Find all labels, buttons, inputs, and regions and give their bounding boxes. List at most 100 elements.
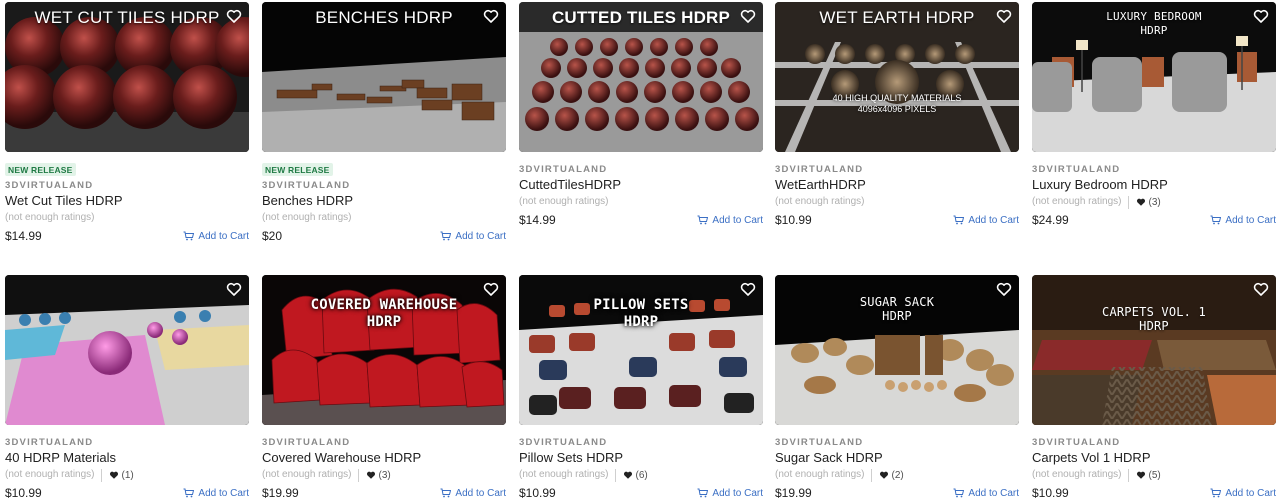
add-to-cart-button[interactable]: Add to Cart xyxy=(697,215,763,226)
thumbnail-title-line: HDRP xyxy=(366,314,402,330)
cart-icon xyxy=(183,231,195,241)
wishlist-heart-icon[interactable] xyxy=(996,8,1012,24)
new-release-badge: NEW RELEASE xyxy=(5,163,76,176)
thumbnail-title: SUGAR SACK HDRP xyxy=(775,295,1019,323)
product-card[interactable]: SUGAR SACK HDRP 3DVIRTUALAND Sugar Sack … xyxy=(775,275,1019,500)
publisher-name[interactable]: 3DVIRTUALAND xyxy=(5,180,249,192)
publisher-name[interactable]: 3DVIRTUALAND xyxy=(1032,164,1276,176)
thumbnail-title-line: HDRP xyxy=(882,309,912,323)
product-card[interactable]: COVERED WAREHOUSE HDRP 3DVIRTUALAND Cove… xyxy=(262,275,506,500)
product-name[interactable]: Carpets Vol 1 HDRP xyxy=(1032,450,1276,466)
publisher-name[interactable]: 3DVIRTUALAND xyxy=(775,437,1019,449)
product-card[interactable]: WET EARTH HDRP 40 HIGH QUALITY MATERIALS… xyxy=(775,2,1019,228)
add-to-cart-button[interactable]: Add to Cart xyxy=(1210,215,1276,226)
heart-filled-icon xyxy=(1136,198,1145,206)
wishlist-heart-icon[interactable] xyxy=(226,281,242,297)
price: $19.99 xyxy=(775,486,812,500)
product-thumbnail[interactable]: BENCHES HDRP xyxy=(262,2,506,152)
add-to-cart-label: Add to Cart xyxy=(712,214,763,226)
cart-icon xyxy=(697,488,709,498)
product-card[interactable]: PILLOW SETS HDRP 3DVIRTUALAND Pillow Set… xyxy=(519,275,763,500)
product-card[interactable]: WET CUT TILES HDRP NEW RELEASE 3DVIRTUAL… xyxy=(5,2,249,244)
wishlist-heart-icon[interactable] xyxy=(740,281,756,297)
ratings-row: (not enough ratings) xyxy=(262,211,506,225)
publisher-name[interactable]: 3DVIRTUALAND xyxy=(5,437,249,449)
ratings-row: (not enough ratings) xyxy=(5,211,249,225)
add-to-cart-button[interactable]: Add to Cart xyxy=(1210,488,1276,499)
price: $10.99 xyxy=(5,486,42,500)
favorites-count-text: (3) xyxy=(378,469,391,481)
wishlist-heart-icon[interactable] xyxy=(226,8,242,24)
product-thumbnail[interactable]: WET EARTH HDRP 40 HIGH QUALITY MATERIALS… xyxy=(775,2,1019,152)
product-card[interactable]: CUTTED TILES HDRP 3DVIRTUALAND CuttedTil… xyxy=(519,2,763,228)
ratings-text: (not enough ratings) xyxy=(1032,196,1122,207)
wishlist-heart-icon[interactable] xyxy=(740,8,756,24)
product-info: 3DVIRTUALAND 40 HDRP Materials (not enou… xyxy=(5,437,249,500)
add-to-cart-label: Add to Cart xyxy=(198,487,249,499)
product-thumbnail[interactable]: CUTTED TILES HDRP xyxy=(519,2,763,152)
wishlist-heart-icon[interactable] xyxy=(1253,281,1269,297)
favorites-count: (5) xyxy=(1136,470,1161,481)
favorites-count: (6) xyxy=(623,470,648,481)
product-name[interactable]: Sugar Sack HDRP xyxy=(775,450,1019,466)
product-card[interactable]: LUXURY BEDROOM HDRP 3DVIRTUALAND Luxury … xyxy=(1032,2,1276,228)
thumbnail-image xyxy=(5,275,249,425)
favorites-count-text: (5) xyxy=(1148,469,1161,481)
divider xyxy=(100,468,102,482)
product-name[interactable]: 40 HDRP Materials xyxy=(5,450,249,466)
thumbnail-title-line: HDRP xyxy=(623,314,659,330)
add-to-cart-button[interactable]: Add to Cart xyxy=(440,231,506,242)
product-thumbnail[interactable]: CARPETS VOL. 1 HDRP xyxy=(1032,275,1276,425)
publisher-name[interactable]: 3DVIRTUALAND xyxy=(519,437,763,449)
add-to-cart-button[interactable]: Add to Cart xyxy=(953,215,1019,226)
add-to-cart-button[interactable]: Add to Cart xyxy=(697,488,763,499)
product-thumbnail[interactable]: LUXURY BEDROOM HDRP xyxy=(1032,2,1276,152)
add-to-cart-label: Add to Cart xyxy=(198,230,249,242)
product-thumbnail[interactable]: SUGAR SACK HDRP xyxy=(775,275,1019,425)
favorites-count-text: (1) xyxy=(121,469,134,481)
price: $14.99 xyxy=(5,229,42,243)
cart-icon xyxy=(440,488,452,498)
add-to-cart-button[interactable]: Add to Cart xyxy=(440,488,506,499)
price-row: $10.99 Add to Cart xyxy=(5,485,249,500)
publisher-name[interactable]: 3DVIRTUALAND xyxy=(775,164,1019,176)
wishlist-heart-icon[interactable] xyxy=(996,281,1012,297)
price-row: $10.99 Add to Cart xyxy=(1032,485,1276,500)
product-name[interactable]: Wet Cut Tiles HDRP xyxy=(5,193,249,209)
add-to-cart-button[interactable]: Add to Cart xyxy=(183,231,249,242)
product-card[interactable]: 3DVIRTUALAND 40 HDRP Materials (not enou… xyxy=(5,275,249,500)
favorites-count: (2) xyxy=(879,470,904,481)
add-to-cart-button[interactable]: Add to Cart xyxy=(183,488,249,499)
favorites-count: (1) xyxy=(109,470,134,481)
add-to-cart-button[interactable]: Add to Cart xyxy=(953,488,1019,499)
publisher-name[interactable]: 3DVIRTUALAND xyxy=(519,164,763,176)
price-row: $19.99 Add to Cart xyxy=(262,485,506,500)
divider xyxy=(1127,468,1129,482)
product-name[interactable]: Benches HDRP xyxy=(262,193,506,209)
product-info: 3DVIRTUALAND Sugar Sack HDRP (not enough… xyxy=(775,437,1019,500)
product-card[interactable]: BENCHES HDRP NEW RELEASE 3DVIRTUALAND Be… xyxy=(262,2,506,244)
product-name[interactable]: Covered Warehouse HDRP xyxy=(262,450,506,466)
product-name[interactable]: WetEarthHDRP xyxy=(775,177,1019,193)
price-row: $20 Add to Cart xyxy=(262,228,506,244)
wishlist-heart-icon[interactable] xyxy=(483,8,499,24)
divider xyxy=(614,468,616,482)
product-thumbnail[interactable]: COVERED WAREHOUSE HDRP xyxy=(262,275,506,425)
product-name[interactable]: Luxury Bedroom HDRP xyxy=(1032,177,1276,193)
product-name[interactable]: CuttedTilesHDRP xyxy=(519,177,763,193)
publisher-name[interactable]: 3DVIRTUALAND xyxy=(1032,437,1276,449)
ratings-row: (not enough ratings) (3) xyxy=(262,468,506,482)
publisher-name[interactable]: 3DVIRTUALAND xyxy=(262,180,506,192)
product-thumbnail[interactable]: PILLOW SETS HDRP xyxy=(519,275,763,425)
new-release-badge: NEW RELEASE xyxy=(262,163,333,176)
product-thumbnail[interactable] xyxy=(5,275,249,425)
product-name[interactable]: Pillow Sets HDRP xyxy=(519,450,763,466)
wishlist-heart-icon[interactable] xyxy=(1253,8,1269,24)
publisher-name[interactable]: 3DVIRTUALAND xyxy=(262,437,506,449)
thumbnail-title: CARPETS VOL. 1 HDRP xyxy=(1032,305,1276,333)
heart-filled-icon xyxy=(623,471,632,479)
wishlist-heart-icon[interactable] xyxy=(483,281,499,297)
product-card[interactable]: CARPETS VOL. 1 HDRP 3DVIRTUALAND Carpets… xyxy=(1032,275,1276,500)
product-thumbnail[interactable]: WET CUT TILES HDRP xyxy=(5,2,249,152)
ratings-text: (not enough ratings) xyxy=(262,212,352,223)
